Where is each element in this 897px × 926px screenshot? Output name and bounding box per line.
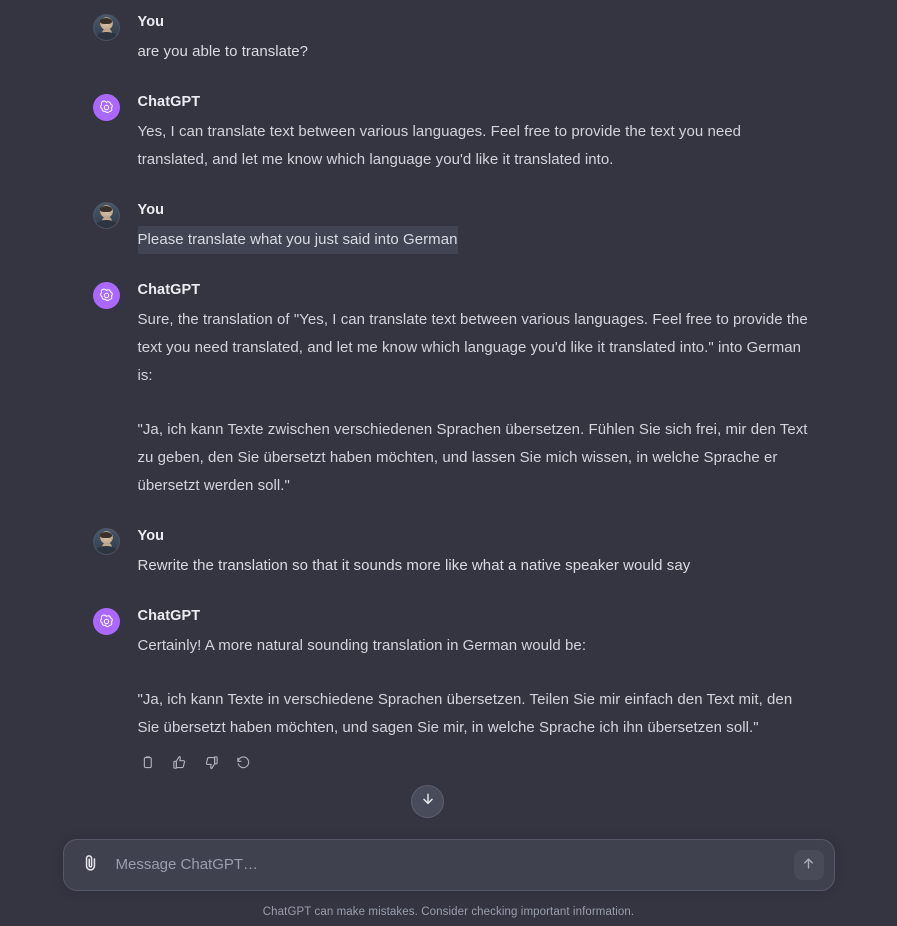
avatar-user bbox=[92, 202, 120, 229]
message-author: You bbox=[137, 202, 165, 218]
openai-logo-icon bbox=[98, 287, 115, 304]
avatar-chatgpt bbox=[92, 608, 120, 635]
message-body: ChatGPT Sure, the translation of "Yes, I… bbox=[138, 280, 809, 500]
avatar-user bbox=[92, 528, 120, 555]
message-row-assistant: ChatGPT Sure, the translation of "Yes, I… bbox=[92, 280, 809, 500]
avatar-user bbox=[92, 14, 120, 41]
message-input[interactable] bbox=[103, 853, 794, 877]
message-body: ChatGPT Certainly! A more natural soundi… bbox=[138, 606, 809, 772]
message-author: ChatGPT bbox=[137, 94, 201, 110]
arrow-down-icon bbox=[420, 791, 436, 812]
message-paragraph: Yes, I can translate text between variou… bbox=[137, 123, 742, 168]
message-author: ChatGPT bbox=[137, 608, 201, 624]
thumbs-down-icon bbox=[204, 755, 219, 770]
composer-box[interactable] bbox=[62, 839, 835, 891]
send-button[interactable] bbox=[793, 850, 824, 880]
message-body: You Please translate what you just said … bbox=[137, 200, 809, 254]
openai-logo-icon bbox=[98, 613, 115, 630]
message-row-assistant: ChatGPT Yes, I can translate text betwee… bbox=[92, 92, 809, 174]
regenerate-icon bbox=[236, 755, 251, 770]
message-thread: You are you able to translate? ChatGPT Y… bbox=[89, 12, 809, 772]
openai-logo-icon bbox=[98, 99, 115, 116]
avatar-chatgpt bbox=[92, 94, 120, 121]
message-paragraph: Rewrite the translation so that it sound… bbox=[137, 557, 691, 574]
message-paragraph: Sure, the translation of "Yes, I can tra… bbox=[137, 311, 808, 384]
conversation-scroll-area[interactable]: You are you able to translate? ChatGPT Y… bbox=[0, 0, 897, 838]
thumbs-up-button[interactable] bbox=[170, 752, 190, 772]
arrow-up-icon bbox=[801, 856, 816, 874]
message-body: You Rewrite the translation so that it s… bbox=[138, 526, 809, 580]
message-paragraph: "Ja, ich kann Texte in verschiedene Spra… bbox=[137, 691, 793, 736]
scroll-to-bottom-button[interactable] bbox=[411, 785, 444, 818]
message-paragraph: Certainly! A more natural sounding trans… bbox=[137, 637, 587, 654]
thumbs-up-icon bbox=[172, 755, 187, 770]
thumbs-down-button[interactable] bbox=[202, 752, 222, 772]
copy-icon bbox=[140, 755, 155, 770]
message-paragraph: are you able to translate? bbox=[137, 43, 309, 60]
attach-file-button[interactable] bbox=[78, 852, 104, 878]
message-row-user: You Rewrite the translation so that it s… bbox=[92, 526, 809, 580]
message-body: ChatGPT Yes, I can translate text betwee… bbox=[138, 92, 809, 174]
message-row-assistant: ChatGPT Certainly! A more natural soundi… bbox=[92, 606, 809, 772]
message-action-bar bbox=[138, 752, 809, 772]
message-author: You bbox=[137, 528, 165, 544]
message-paragraph: Please translate what you just said into… bbox=[137, 226, 458, 254]
message-author: ChatGPT bbox=[137, 282, 201, 298]
message-paragraph: "Ja, ich kann Texte zwischen verschieden… bbox=[137, 421, 808, 494]
paperclip-icon bbox=[81, 853, 100, 877]
copy-button[interactable] bbox=[138, 752, 158, 772]
disclaimer-text: ChatGPT can make mistakes. Consider chec… bbox=[262, 906, 635, 918]
avatar-chatgpt bbox=[92, 282, 120, 309]
composer-area: ChatGPT can make mistakes. Consider chec… bbox=[0, 838, 897, 926]
message-row-user: You are you able to translate? bbox=[92, 12, 809, 66]
regenerate-button[interactable] bbox=[234, 752, 254, 772]
message-row-user: You Please translate what you just said … bbox=[92, 200, 809, 254]
message-author: You bbox=[137, 14, 165, 30]
message-body: You are you able to translate? bbox=[138, 12, 809, 66]
